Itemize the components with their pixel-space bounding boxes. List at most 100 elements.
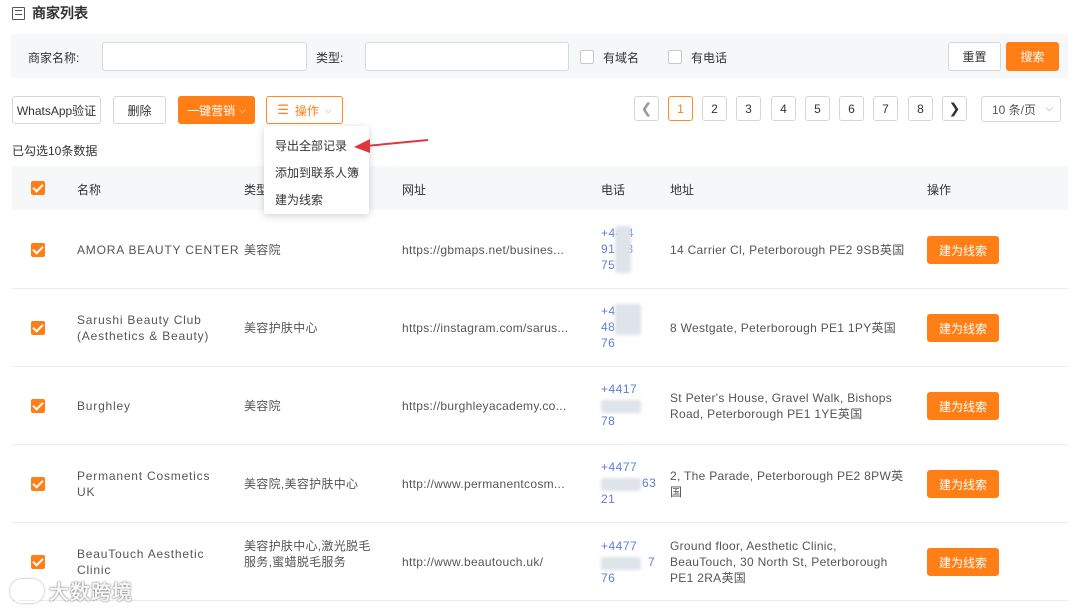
merchant-name-input[interactable] <box>102 42 307 71</box>
prev-page-button[interactable]: ❮ <box>634 96 659 121</box>
operation-dropdown-button[interactable]: ☰ 操作 ⌵ <box>266 96 343 124</box>
redaction-blur <box>601 478 641 491</box>
merchant-type: 美容护肤中心 <box>244 320 318 336</box>
merchant-type: 美容护肤中心,激光脱毛 服务,蜜蜡脱毛服务 <box>244 538 371 570</box>
merchant-name-label: 商家名称: <box>28 51 80 65</box>
operation-button-label: 操作 <box>294 103 319 118</box>
merchant-name-line: Burghley <box>77 399 131 413</box>
has-phone-label: 有电话 <box>691 51 728 65</box>
marketing-button[interactable]: 一键营销 ⌵ <box>178 96 255 124</box>
redaction-blur <box>601 557 641 570</box>
header-website: 网址 <box>402 183 427 197</box>
address-line: 国 <box>670 485 683 499</box>
has-phone-checkbox[interactable] <box>668 50 682 64</box>
merchant-name: BeauTouch Aesthetic Clinic <box>77 546 204 578</box>
merchant-type-line: 美容护肤中心,激光脱毛 <box>244 539 371 553</box>
merchant-name-line: Sarushi Beauty Club <box>77 313 202 327</box>
address-line: 14 Carrier Cl, Peterborough PE2 9SB英国 <box>670 243 905 257</box>
address-line: St Peter's House, Gravel Walk, Bishops <box>670 391 892 405</box>
list-icon: ☰ <box>277 102 289 117</box>
merchant-address: 8 Westgate, Peterborough PE1 1PY英国 <box>670 320 896 336</box>
row-checkbox[interactable] <box>31 321 45 335</box>
merchant-address: St Peter's House, Gravel Walk, Bishops R… <box>670 390 892 422</box>
search-button[interactable]: 搜索 <box>1006 42 1059 71</box>
address-line: Ground floor, Aesthetic Clinic, <box>670 539 837 553</box>
whatsapp-verify-button[interactable]: WhatsApp验证 <box>12 96 101 124</box>
delete-button[interactable]: 删除 <box>113 96 166 124</box>
create-lead-button[interactable]: 建为线索 <box>927 314 999 342</box>
merchant-name-line: AMORA BEAUTY CENTER <box>77 243 240 257</box>
merchant-website[interactable]: http://www.beautouch.uk/ <box>402 554 543 570</box>
create-lead-button[interactable]: 建为线索 <box>927 470 999 498</box>
merchant-address: 2, The Parade, Peterborough PE2 8PW英 国 <box>670 468 903 500</box>
merchant-name-line: Permanent Cosmetics <box>77 469 211 483</box>
header-action: 操作 <box>927 183 952 197</box>
phone-line: 76 <box>601 336 616 350</box>
select-all-checkbox[interactable] <box>31 181 45 195</box>
row-checkbox[interactable] <box>31 243 45 257</box>
merchant-name-line: UK <box>77 485 96 499</box>
filter-panel: 商家名称: 类型: 有域名 有电话 重置 搜索 <box>11 34 1068 78</box>
page-button-2[interactable]: 2 <box>702 96 727 121</box>
header-phone: 电话 <box>601 183 626 197</box>
annotation-arrow-icon <box>354 139 429 153</box>
page-button-7[interactable]: 7 <box>873 96 898 121</box>
merchant-type: 美容院,美容护肤中心 <box>244 476 358 492</box>
phone-line: +4477 <box>601 460 638 474</box>
create-lead-button[interactable]: 建为线索 <box>927 548 999 576</box>
page-button-4[interactable]: 4 <box>771 96 796 121</box>
merchant-type: 美容院 <box>244 242 281 258</box>
merchant-website[interactable]: https://gbmaps.net/busines... <box>402 242 564 258</box>
menu-item-create-lead[interactable]: 建为线索 <box>275 191 323 208</box>
address-line: 2, The Parade, Peterborough PE2 8PW英 <box>670 469 904 483</box>
page-button-8[interactable]: 8 <box>908 96 933 121</box>
row-checkbox[interactable] <box>31 399 45 413</box>
menu-item-add-to-contacts[interactable]: 添加到联系人簿 <box>275 164 359 181</box>
table-row: Sarushi Beauty Club (Aesthetics & Beauty… <box>12 289 1068 367</box>
list-icon <box>12 6 25 20</box>
page-title: 商家列表 <box>32 5 88 21</box>
row-checkbox[interactable] <box>31 555 45 569</box>
merchant-website[interactable]: https://burghleyacademy.co... <box>402 398 567 414</box>
header-address: 地址 <box>670 183 695 197</box>
has-domain-checkbox[interactable] <box>580 50 594 64</box>
merchant-website[interactable]: https://instagram.com/sarus... <box>402 320 568 336</box>
phone-line: +4417 <box>601 382 638 396</box>
reset-button[interactable]: 重置 <box>948 42 1001 71</box>
address-line: BeauTouch, 30 North St, Peterborough <box>670 555 888 569</box>
redaction-blur <box>615 304 641 335</box>
selection-info: 已勾选10条数据 <box>12 144 98 158</box>
page-header: 商家列表 <box>12 4 88 22</box>
merchant-website[interactable]: http://www.permanentcosm... <box>402 476 565 492</box>
table-row: BeauTouch Aesthetic Clinic 美容护肤中心,激光脱毛 服… <box>12 523 1068 601</box>
create-lead-button[interactable]: 建为线索 <box>927 392 999 420</box>
table-row: Permanent Cosmetics UK 美容院,美容护肤中心 http:/… <box>12 445 1068 523</box>
merchant-name-line: (Aesthetics & Beauty) <box>77 329 210 343</box>
merchant-type-line: 美容院 <box>244 243 281 257</box>
phone-line: 78 <box>601 414 616 428</box>
merchant-name-line: BeauTouch Aesthetic <box>77 547 205 561</box>
menu-item-export-all[interactable]: 导出全部记录 <box>275 137 347 154</box>
phone-line: 21 <box>601 492 616 506</box>
address-line: 8 Westgate, Peterborough PE1 1PY英国 <box>670 321 897 335</box>
page-button-3[interactable]: 3 <box>736 96 761 121</box>
create-lead-button[interactable]: 建为线索 <box>927 236 999 264</box>
address-line: Road, Peterborough PE1 1YE英国 <box>670 407 863 421</box>
type-input[interactable] <box>365 42 569 71</box>
next-page-button[interactable]: ❯ <box>942 96 967 121</box>
page-button-6[interactable]: 6 <box>839 96 864 121</box>
page-button-5[interactable]: 5 <box>805 96 830 121</box>
merchant-type-line: 美容院 <box>244 399 281 413</box>
marketing-button-label: 一键营销 <box>187 103 236 118</box>
row-checkbox[interactable] <box>31 477 45 491</box>
chevron-down-icon: ⌵ <box>324 104 332 115</box>
page-button-1[interactable]: 1 <box>668 96 693 121</box>
address-line: PE1 2RA英国 <box>670 571 747 585</box>
merchant-type: 美容院 <box>244 398 281 414</box>
watermark-text: 大数跨境 <box>49 582 133 604</box>
page-size-select[interactable]: 10 条/页 ⌵ <box>981 96 1061 122</box>
header-name: 名称 <box>77 183 102 197</box>
merchant-name: AMORA BEAUTY CENTER <box>77 242 239 258</box>
merchant-name: Permanent Cosmetics UK <box>77 468 210 500</box>
phone-line: +4477 <box>601 539 638 553</box>
